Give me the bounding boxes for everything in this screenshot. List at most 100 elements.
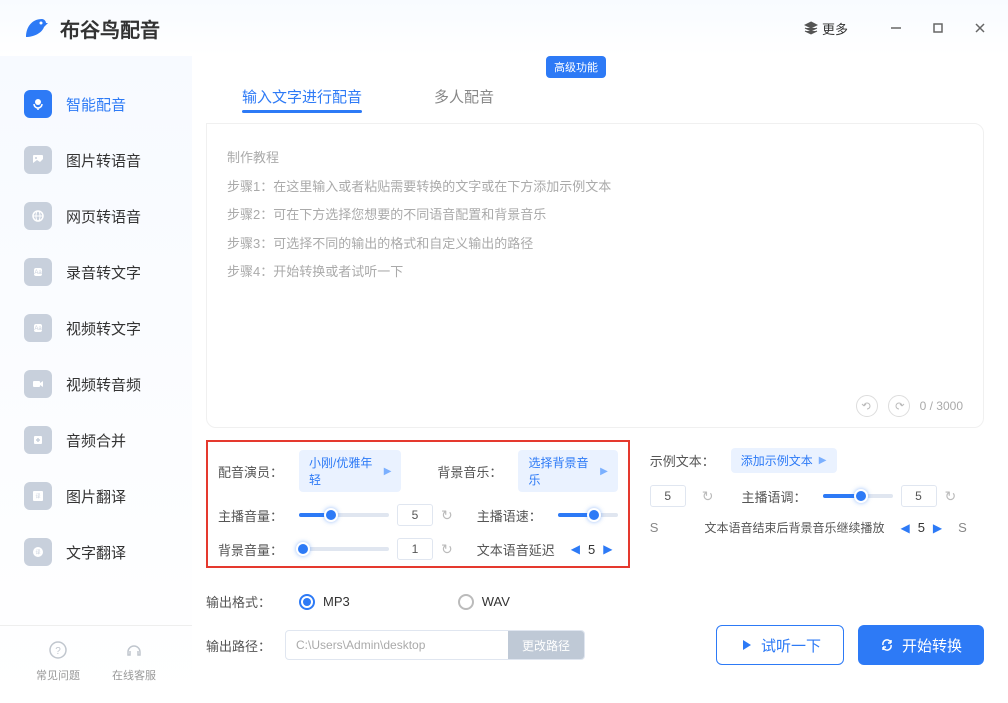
volume-slider[interactable] [299, 513, 389, 517]
actor-label: 配音演员： [218, 462, 283, 481]
window-controls [888, 20, 988, 36]
nav-video-to-audio[interactable]: 视频转音频 [0, 356, 192, 412]
bgm-vol-slider[interactable] [299, 547, 389, 551]
image-icon [24, 146, 52, 174]
support-button[interactable]: 在线客服 [112, 640, 156, 683]
merge-icon [24, 426, 52, 454]
nav-record-to-text[interactable]: Aa 录音转文字 [0, 244, 192, 300]
svg-text:?: ? [55, 646, 61, 657]
stepper-down[interactable]: ◀ [900, 521, 909, 535]
volume-label: 主播音量： [218, 506, 283, 525]
video-text-icon: Aa [24, 314, 52, 342]
volume-value[interactable]: 5 [397, 504, 433, 526]
radio-mp3[interactable]: MP3 [299, 594, 350, 610]
path-input: C:\Users\Admin\desktop 更改路径 [285, 630, 585, 660]
format-label: 输出格式： [206, 592, 271, 611]
nav-label: 视频转文字 [66, 318, 141, 339]
highlighted-settings: 配音演员： 小刚/优雅年轻▶ 背景音乐： 选择背景音乐▶ 主播音量： 5 ↻ 主… [206, 440, 630, 568]
nav-image-translate[interactable]: 译 图片翻译 [0, 468, 192, 524]
delay-value: 5 [588, 542, 595, 557]
support-label: 在线客服 [112, 667, 156, 683]
chevron-right-icon: ▶ [600, 466, 608, 477]
redo-button[interactable] [888, 395, 910, 417]
stepper-down[interactable]: ◀ [571, 542, 580, 556]
path-text[interactable]: C:\Users\Admin\desktop [286, 638, 508, 652]
nav-image-to-voice[interactable]: 图片转语音 [0, 132, 192, 188]
volume-slider-group: 5 ↻ [299, 504, 453, 526]
bgm-chip[interactable]: 选择背景音乐▶ [518, 450, 617, 492]
nav-label: 图片翻译 [66, 486, 126, 507]
speed-slider-group [558, 513, 618, 517]
mic-icon [24, 90, 52, 118]
reset-icon[interactable]: ↻ [441, 541, 453, 558]
tab-text-dub[interactable]: 输入文字进行配音 [206, 70, 398, 123]
stepper-up[interactable]: ▶ [603, 542, 612, 556]
nav-label: 录音转文字 [66, 262, 141, 283]
bird-icon [20, 13, 50, 43]
play-icon [739, 638, 753, 652]
actor-chip[interactable]: 小刚/优雅年轻▶ [299, 450, 401, 492]
sample-chip[interactable]: 添加示例文本▶ [731, 448, 837, 473]
img-trans-icon: 译 [24, 482, 52, 510]
nav-video-to-text[interactable]: Aa 视频转文字 [0, 300, 192, 356]
nav-list: 智能配音 图片转语音 网页转语音 Aa 录音转文字 Aa 视频转文字 视频转音频 音… [0, 76, 192, 625]
text-trans-icon: 译 [24, 538, 52, 566]
maximize-button[interactable] [930, 20, 946, 36]
undo-button[interactable] [856, 395, 878, 417]
svg-text:Aa: Aa [34, 326, 42, 332]
bgm-after-label: 文本语音结束后背景音乐继续播放 [704, 519, 884, 536]
pitch-slider-group: 5 ↻ [823, 485, 957, 507]
text-input-area: 0 / 3000 [206, 123, 984, 428]
pro-badge: 高级功能 [546, 56, 606, 78]
svg-text:Aa: Aa [34, 270, 42, 276]
radio-wav[interactable]: WAV [458, 594, 510, 610]
speed-label: 主播语速： [477, 506, 542, 525]
format-row: 输出格式： MP3 WAV [206, 592, 984, 611]
bgm-after-stepper: ◀ 5 ▶ [900, 520, 942, 535]
change-path-button[interactable]: 更改路径 [508, 631, 584, 659]
reset-icon[interactable]: ↻ [441, 507, 453, 524]
nav-smart-dub[interactable]: 智能配音 [0, 76, 192, 132]
app-title: 布谷鸟配音 [60, 14, 160, 43]
stepper-up[interactable]: ▶ [933, 521, 942, 535]
rec-icon: Aa [24, 258, 52, 286]
nav-text-translate[interactable]: 译文字翻译 [0, 524, 192, 580]
text-input[interactable] [227, 144, 963, 384]
layers-icon [804, 21, 818, 35]
speed-value[interactable]: 5 [650, 485, 686, 507]
faq-button[interactable]: ? 常见问题 [36, 640, 80, 683]
bgm-vol-value[interactable]: 1 [397, 538, 433, 560]
nav-label: 音频合并 [66, 430, 126, 451]
reset-icon[interactable]: ↻ [945, 488, 957, 505]
tab-multi-dub[interactable]: 多人配音 [398, 70, 530, 123]
textarea-footer: 0 / 3000 [227, 389, 963, 417]
delay-suffix: S [650, 520, 659, 535]
minimize-button[interactable] [888, 20, 904, 36]
nav-web-to-voice[interactable]: 网页转语音 [0, 188, 192, 244]
chevron-right-icon: ▶ [384, 466, 392, 477]
delay-stepper: ◀ 5 ▶ [571, 542, 613, 557]
char-counter: 0 / 3000 [920, 399, 963, 413]
web-icon [24, 202, 52, 230]
faq-label: 常见问题 [36, 667, 80, 683]
svg-text:译: 译 [35, 493, 40, 500]
nav-label: 视频转音频 [66, 374, 141, 395]
nav-label: 智能配音 [66, 94, 126, 115]
tabs: 输入文字进行配音 多人配音 高级功能 [206, 70, 984, 123]
chevron-right-icon: ▶ [819, 455, 827, 466]
nav-audio-merge[interactable]: 音频合并 [0, 412, 192, 468]
more-label: 更多 [822, 19, 848, 38]
pitch-value[interactable]: 5 [901, 485, 937, 507]
more-button[interactable]: 更多 [804, 19, 848, 38]
speed-slider[interactable] [558, 513, 618, 517]
main-content: 输入文字进行配音 多人配音 高级功能 0 / 3000 配音演员： 小刚/优雅年… [192, 56, 1008, 703]
convert-button[interactable]: 开始转换 [858, 625, 984, 665]
path-row: 输出路径： C:\Users\Admin\desktop 更改路径 试听一下 开… [206, 625, 984, 665]
pitch-slider[interactable] [823, 494, 893, 498]
close-button[interactable] [972, 20, 988, 36]
preview-button[interactable]: 试听一下 [716, 625, 844, 665]
bgm-after-value: 5 [918, 520, 925, 535]
sidebar: 智能配音 图片转语音 网页转语音 Aa 录音转文字 Aa 视频转文字 视频转音频 音… [0, 56, 192, 703]
reset-icon[interactable]: ↻ [702, 488, 714, 505]
bgm-vol-slider-group: 1 ↻ [299, 538, 453, 560]
